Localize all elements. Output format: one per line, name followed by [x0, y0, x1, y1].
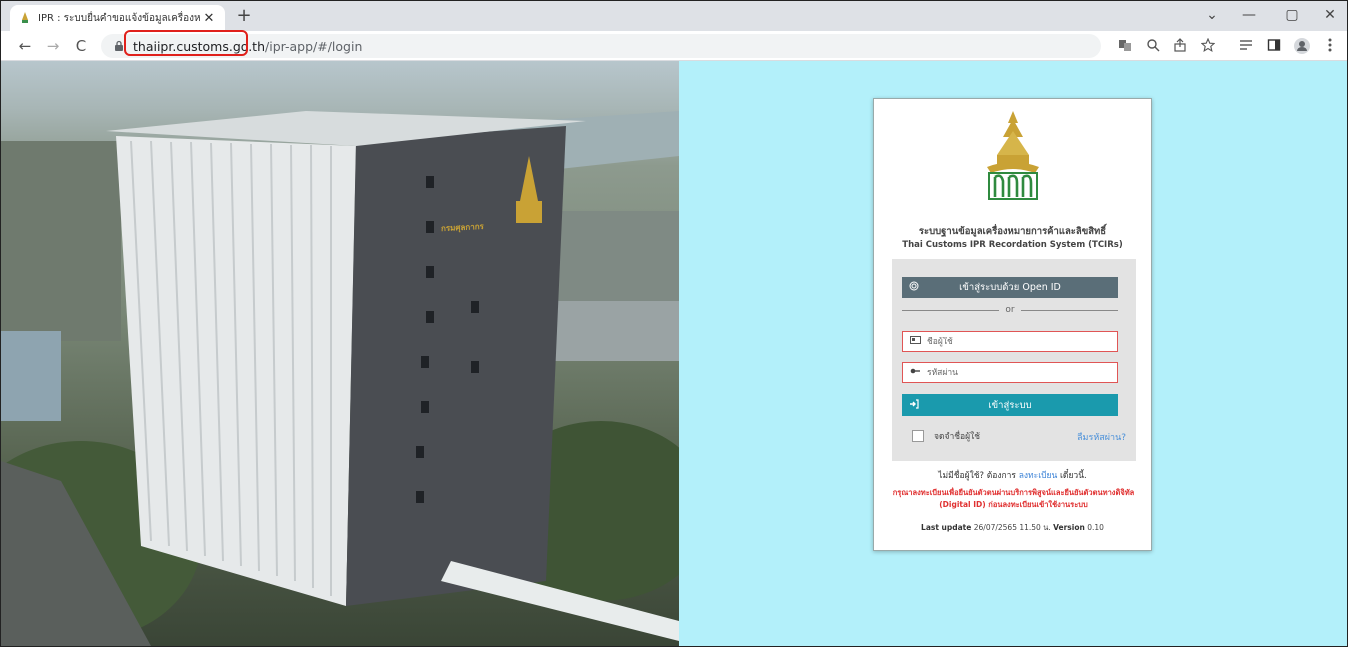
no-account-prefix: ไม่มีชื่อผู้ใช้? ต้องการ — [938, 471, 1016, 481]
divider-line-left — [902, 309, 1000, 311]
last-update-value: 26/07/2565 11.50 น. — [973, 523, 1051, 532]
password-input[interactable] — [927, 367, 1107, 378]
forgot-password-link[interactable]: ลืมรหัสผ่าน? — [1077, 430, 1126, 444]
zoom-icon[interactable] — [1144, 38, 1162, 54]
url-path: /ipr-app/#/login — [265, 38, 363, 54]
reading-list-icon[interactable] — [1237, 38, 1255, 54]
version-value: 0.10 — [1087, 523, 1104, 532]
url-highlight-annotation — [124, 30, 248, 56]
customs-favicon-icon — [18, 11, 32, 25]
or-divider: or — [902, 304, 1118, 316]
username-input[interactable] — [927, 336, 1107, 347]
login-button[interactable]: เข้าสู่ระบบ — [902, 394, 1118, 416]
customs-building-photo: กรมศุลกากร — [1, 61, 679, 646]
system-name-thai: ระบบฐานข้อมูลเครื่องหมายการค้าและลิขสิทธ… — [918, 226, 1107, 237]
customs-logo-icon — [987, 111, 1039, 200]
remember-me[interactable]: จดจำชื่อผู้ใช้ — [912, 429, 980, 443]
system-name-english: Thai Customs IPR Recordation System (TCI… — [902, 240, 1123, 250]
sign-in-arrow-icon — [902, 398, 926, 412]
translate-icon[interactable] — [1116, 38, 1134, 54]
fingerprint-icon — [902, 281, 926, 294]
building-sign-text: กรมศุลกากร — [440, 221, 485, 234]
tab-close-icon[interactable]: ✕ — [201, 11, 217, 26]
key-icon — [903, 367, 927, 378]
register-link[interactable]: ลงทะเบียน — [1019, 471, 1058, 481]
minimize-button[interactable]: — — [1234, 5, 1264, 25]
profile-avatar-icon[interactable] — [1293, 38, 1311, 54]
forward-button[interactable]: → — [43, 36, 63, 56]
side-panel-icon[interactable] — [1265, 38, 1283, 54]
openid-login-button[interactable]: เข้าสู่ระบบด้วย Open ID — [902, 277, 1118, 298]
version-label: Version — [1053, 523, 1085, 532]
tab-search-chevron-down-icon[interactable]: ⌄ — [1197, 5, 1227, 25]
building-illustration — [1, 111, 679, 646]
address-bar[interactable]: thaiipr.customs.go.th/ipr-app/#/login — [101, 34, 1101, 58]
new-tab-button[interactable]: + — [233, 6, 255, 28]
reload-button[interactable]: C — [71, 36, 91, 56]
tab-title: IPR : ระบบยื่นคำขอแจ้งข้อมูลเครื่องหมา — [38, 12, 201, 24]
back-button[interactable]: ← — [15, 36, 35, 56]
login-button-label: เข้าสู่ระบบ — [988, 399, 1032, 411]
remember-label: จดจำชื่อผู้ใช้ — [934, 432, 981, 442]
openid-login-label: เข้าสู่ระบบด้วย Open ID — [959, 282, 1061, 293]
digital-id-warning: กรุณาลงทะเบียนเพื่อยืนยันตัวตนผ่านบริการ… — [892, 488, 1135, 509]
bookmark-star-icon[interactable] — [1199, 37, 1217, 54]
share-icon[interactable] — [1171, 38, 1189, 54]
username-field-wrapper — [902, 331, 1118, 352]
no-account-suffix: เดี๋ยวนี้. — [1060, 471, 1087, 481]
or-text: or — [1005, 305, 1015, 315]
login-form: เข้าสู่ระบบด้วย Open ID or เข้าสู่ระบบ — [892, 259, 1136, 461]
more-menu-icon[interactable] — [1321, 38, 1339, 54]
browser-tab[interactable]: IPR : ระบบยื่นคำขอแจ้งข้อมูลเครื่องหมา ✕ — [10, 5, 225, 31]
no-account-text: ไม่มีชื่อผู้ใช้? ต้องการ ลงทะเบียน เดี๋ย… — [874, 468, 1151, 482]
last-update: Last update 26/07/2565 11.50 น. Version … — [874, 522, 1151, 534]
maximize-button[interactable]: ▢ — [1277, 5, 1307, 25]
divider-line-right — [1020, 309, 1118, 311]
last-update-label: Last update — [921, 523, 972, 532]
login-card: ระบบฐานข้อมูลเครื่องหมายการค้าและลิขสิทธ… — [873, 98, 1152, 551]
id-card-icon — [903, 336, 927, 347]
remember-checkbox[interactable] — [912, 430, 924, 442]
tab-strip: IPR : ระบบยื่นคำขอแจ้งข้อมูลเครื่องหมา ✕… — [1, 1, 1347, 31]
password-field-wrapper — [902, 362, 1118, 383]
window-close-button[interactable]: ✕ — [1315, 5, 1345, 25]
